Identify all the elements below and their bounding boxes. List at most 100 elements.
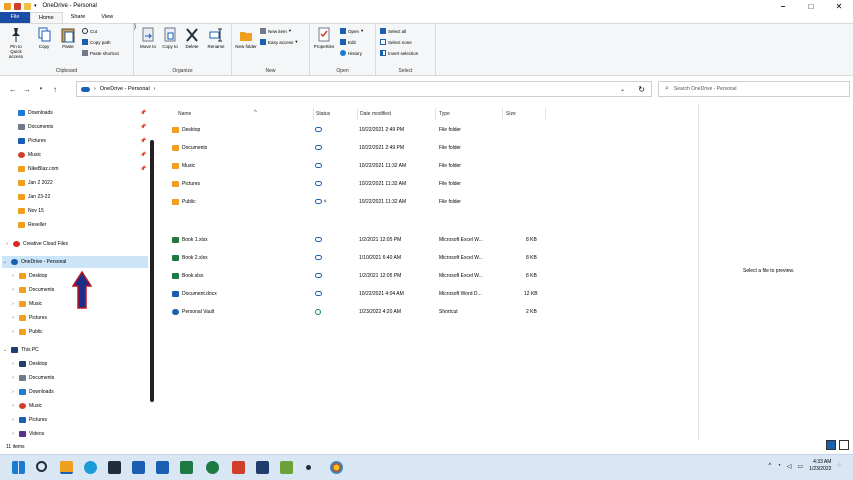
properties-icon[interactable]: [14, 2, 21, 10]
chrome-icon[interactable]: [330, 461, 343, 474]
details-view-icon[interactable]: [826, 440, 836, 450]
select-all-button[interactable]: Select all: [380, 28, 406, 34]
nav-item-onedrive-desktop[interactable]: › Desktop: [10, 270, 47, 282]
maximize-button[interactable]: □: [797, 0, 825, 12]
select-none-button[interactable]: Select none: [380, 39, 412, 45]
column-header-date[interactable]: Date modified: [356, 108, 436, 120]
wifi-icon[interactable]: ◔: [777, 463, 781, 469]
word-icon[interactable]: [156, 461, 169, 474]
windows-start-icon[interactable]: [12, 461, 25, 474]
file-row[interactable]: Book 1.xlsx 1/2/2021 12:05 PM Microsoft …: [170, 234, 550, 246]
expand-chevron-icon[interactable]: ›: [10, 417, 16, 423]
file-row[interactable]: Documents 10/22/2021 2:49 PM File folder: [170, 142, 550, 154]
expand-chevron-icon[interactable]: ›: [10, 375, 16, 381]
history-button[interactable]: History: [340, 50, 362, 56]
speaker-icon[interactable]: ◁: [787, 463, 792, 470]
app-dot-icon[interactable]: [306, 465, 311, 470]
nav-item-onedrive-music[interactable]: › Music: [10, 298, 42, 310]
forward-arrow-icon[interactable]: →: [20, 85, 34, 94]
pin-icon[interactable]: 📌: [140, 138, 146, 144]
refresh-icon[interactable]: ↻: [638, 85, 645, 94]
nav-item-pc-pictures[interactable]: › Pictures: [10, 414, 47, 426]
expand-chevron-icon[interactable]: ›: [10, 431, 16, 437]
nav-item-pc-desktop[interactable]: › Desktop: [10, 358, 47, 370]
edge-icon[interactable]: [84, 461, 97, 474]
copy-button[interactable]: Copy: [32, 27, 56, 49]
delete-button[interactable]: Delete: [180, 27, 204, 49]
notification-icon[interactable]: ◌: [837, 463, 841, 469]
nav-item-nov-15[interactable]: Nov 15: [18, 205, 44, 217]
column-header-status[interactable]: Status: [312, 108, 358, 120]
pdf-icon[interactable]: [232, 461, 245, 474]
pin-icon[interactable]: 📌: [140, 152, 146, 158]
search-box[interactable]: ⌕ Search OneDrive - Personal: [658, 81, 850, 97]
battery-icon[interactable]: ▭: [798, 463, 804, 470]
move-to-button[interactable]: Move to: [136, 27, 160, 49]
clock[interactable]: 4:33 AM 1/23/2022: [809, 459, 831, 473]
file-row[interactable]: Pictures 10/22/2021 11:32 AM File folder: [170, 178, 550, 190]
invert-selection-button[interactable]: Invert selection: [380, 50, 418, 56]
pin-icon[interactable]: 📌: [140, 110, 146, 116]
tab-file[interactable]: File: [0, 12, 30, 23]
tab-share[interactable]: Share: [63, 12, 94, 23]
search-icon[interactable]: [36, 461, 47, 472]
recent-locations-icon[interactable]: ▾: [34, 86, 48, 92]
expand-chevron-icon[interactable]: ›: [10, 287, 16, 293]
expand-chevron-icon[interactable]: ›: [10, 315, 16, 321]
calculator-icon[interactable]: [256, 461, 269, 474]
pin-icon[interactable]: 📌: [140, 166, 146, 172]
pin-button[interactable]: Pin to Quick access: [4, 27, 28, 59]
easy-access-button[interactable]: Easy access ▾: [260, 39, 298, 45]
outlook-icon[interactable]: [132, 461, 145, 474]
address-bar[interactable]: › OneDrive - Personal › ⌄ ↻: [76, 81, 652, 97]
up-arrow-icon[interactable]: ↑: [48, 85, 62, 94]
edit-button[interactable]: Edit: [340, 39, 356, 45]
column-header-size[interactable]: Size: [502, 108, 546, 120]
nav-scrollbar[interactable]: [150, 140, 154, 402]
file-row[interactable]: Document.docx 10/22/2021 4:04 AM Microso…: [170, 288, 550, 300]
new-folder-icon[interactable]: [24, 2, 31, 10]
expand-chevron-icon[interactable]: ›: [10, 273, 16, 279]
nav-item-nikeblaz[interactable]: NikeBlaz.com 📌: [18, 163, 146, 175]
new-folder-button[interactable]: New folder: [234, 27, 258, 49]
rename-button[interactable]: Rename: [204, 27, 228, 49]
address-path[interactable]: OneDrive - Personal: [100, 86, 150, 92]
column-header-name[interactable]: Name ^: [174, 108, 314, 120]
collapse-chevron-icon[interactable]: ⌄: [2, 259, 8, 265]
nav-item-jan-23-22[interactable]: Jan 23-22: [18, 191, 50, 203]
tray-overflow-icon[interactable]: ^: [768, 463, 771, 469]
tab-home[interactable]: Home: [30, 12, 63, 23]
nav-item-pc-music[interactable]: › Music: [10, 400, 42, 412]
expand-chevron-icon[interactable]: ›: [10, 389, 16, 395]
file-row[interactable]: Desktop 10/22/2021 2:49 PM File folder: [170, 124, 550, 136]
file-row[interactable]: Public ᴬ 10/22/2021 11:32 AM File folder: [170, 196, 550, 208]
paste-shortcut-button[interactable]: Paste shortcut: [82, 50, 119, 56]
cut-button[interactable]: Cut: [82, 28, 97, 34]
nav-item-onedrive-public[interactable]: › Public: [10, 326, 43, 338]
nav-item-creative-cloud[interactable]: › Creative Cloud Files: [4, 238, 68, 250]
expand-chevron-icon[interactable]: ›: [10, 403, 16, 409]
paste-button[interactable]: Paste: [56, 27, 80, 49]
nav-item-music[interactable]: Music 📌: [18, 149, 146, 161]
expand-chevron-icon[interactable]: ›: [10, 301, 16, 307]
nav-item-pictures[interactable]: Pictures 📌: [18, 135, 146, 147]
address-dropdown-icon[interactable]: ⌄: [620, 86, 625, 93]
nav-item-onedrive-documents[interactable]: › Documents: [10, 284, 54, 296]
qat-dropdown-icon[interactable]: ▾: [34, 3, 37, 9]
large-icons-view-icon[interactable]: [839, 440, 849, 450]
expand-chevron-icon[interactable]: ›: [10, 329, 16, 335]
column-header-type[interactable]: Type: [435, 108, 503, 120]
photos-icon[interactable]: [280, 461, 293, 474]
back-arrow-icon[interactable]: ←: [6, 85, 20, 94]
expand-chevron-icon[interactable]: ›: [10, 361, 16, 367]
nav-item-downloads[interactable]: Downloads 📌: [18, 107, 146, 119]
nav-item-pc-videos[interactable]: › Videos: [10, 428, 44, 440]
file-row[interactable]: Book 2.xlsx 1/10/2021 6:40 AM Microsoft …: [170, 252, 550, 264]
nav-item-pc-downloads[interactable]: › Downloads: [10, 386, 54, 398]
expand-chevron-icon[interactable]: ›: [4, 241, 10, 247]
store-icon[interactable]: [108, 461, 121, 474]
nav-item-onedrive-pictures[interactable]: › Pictures: [10, 312, 47, 324]
pin-icon[interactable]: 📌: [140, 124, 146, 130]
excel-icon[interactable]: [180, 461, 193, 474]
tab-view[interactable]: View: [93, 12, 121, 23]
